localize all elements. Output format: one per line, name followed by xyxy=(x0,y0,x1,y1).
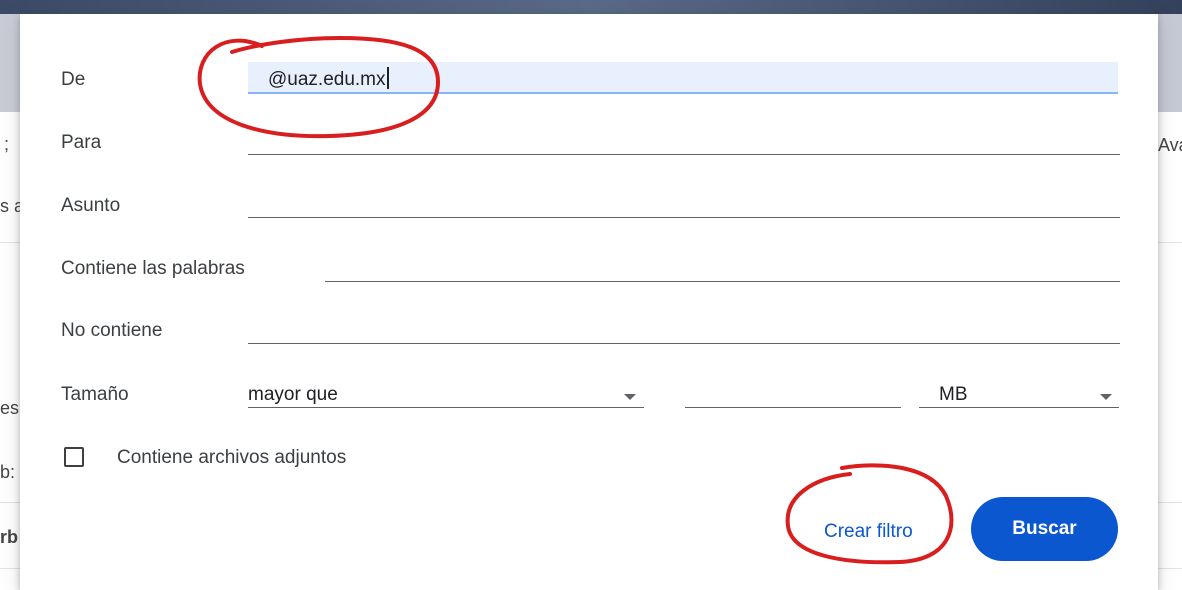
background-text-fragment: rb xyxy=(0,527,18,547)
size-operator-underline xyxy=(248,407,644,408)
doesnt-have-label: No contiene xyxy=(61,320,163,341)
chevron-down-icon xyxy=(624,394,636,400)
text-cursor xyxy=(386,67,389,89)
background-text-fragment: ; xyxy=(4,134,10,154)
create-filter-button[interactable]: Crear filtro xyxy=(824,521,913,543)
subject-label: Asunto xyxy=(61,195,121,216)
subject-input[interactable] xyxy=(248,217,1120,218)
background-text-fragment: es xyxy=(0,398,20,418)
from-label: De xyxy=(61,69,86,90)
size-value-input[interactable] xyxy=(685,407,901,408)
doesnt-have-input[interactable] xyxy=(248,343,1120,344)
size-operator-value: mayor que xyxy=(248,384,338,405)
size-label: Tamaño xyxy=(61,384,129,405)
to-input[interactable] xyxy=(248,154,1120,155)
background-advanced-search-link[interactable]: Ava xyxy=(1158,135,1182,156)
has-attachment-label: Contiene archivos adjuntos xyxy=(117,447,347,468)
background-header-strip xyxy=(0,0,1182,14)
to-label: Para xyxy=(61,132,102,153)
has-words-label: Contiene las palabras xyxy=(61,258,245,279)
size-unit-value: MB xyxy=(939,384,968,405)
search-button[interactable]: Buscar xyxy=(971,497,1118,561)
size-unit-underline xyxy=(919,407,1119,408)
chevron-down-icon xyxy=(1100,394,1112,400)
background-text-fragment: b: xyxy=(0,462,16,482)
from-input-value: @uaz.edu.mx xyxy=(268,67,389,91)
search-options-dialog: De @uaz.edu.mx Para Asunto Contiene las … xyxy=(20,14,1158,590)
has-attachment-checkbox[interactable] xyxy=(64,447,84,467)
has-words-input[interactable] xyxy=(325,281,1120,282)
